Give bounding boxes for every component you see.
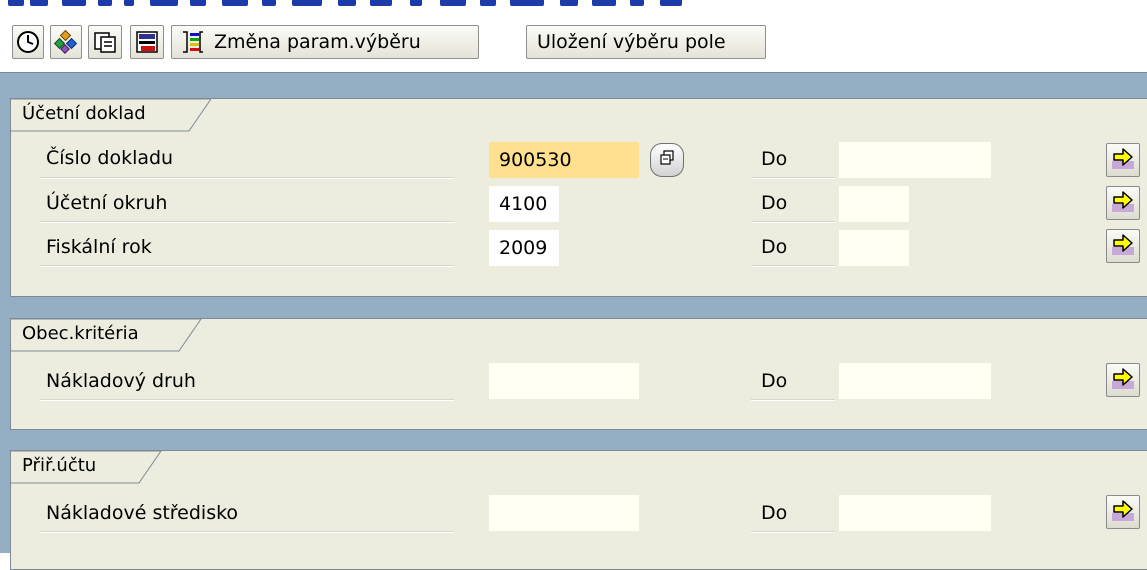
company-code-to-input[interactable]	[839, 186, 909, 222]
save-field-selection-button[interactable]: Uložení výběru pole	[526, 25, 766, 59]
get-variant-icon	[93, 30, 117, 54]
cost-center-from-input[interactable]	[489, 495, 639, 531]
label-cost-element: Nákladový druh	[46, 370, 196, 392]
to-label: Do	[761, 236, 788, 258]
value-help-button[interactable]	[650, 143, 684, 177]
get-variant-button[interactable]	[88, 25, 122, 59]
group-account-assignment: Přiř.účtu Nákladové středisko Do	[10, 450, 1147, 570]
save-variant-button[interactable]	[130, 25, 164, 59]
selection-screen: Účetní doklad Číslo dokladu 900530 Do Úč…	[0, 72, 1147, 570]
arrow-right-icon	[1111, 232, 1135, 260]
change-selection-params-button[interactable]: Změna param.výběru	[171, 25, 479, 59]
save-field-selection-label: Uložení výběru pole	[537, 31, 726, 53]
group-title: Obec.kritéria	[22, 323, 139, 344]
group-title: Přiř.účtu	[22, 455, 97, 476]
dynamic-selection-icon	[54, 30, 78, 54]
group-title: Účetní doklad	[22, 103, 146, 124]
multiple-selection-button[interactable]	[1106, 229, 1140, 263]
to-label: Do	[761, 192, 788, 214]
label-document-number: Číslo dokladu	[46, 147, 174, 169]
document-number-from-input[interactable]: 900530	[489, 142, 639, 178]
cost-center-to-input[interactable]	[839, 495, 991, 531]
cost-element-to-input[interactable]	[839, 363, 991, 399]
multiple-selection-icon	[658, 149, 676, 171]
arrow-right-icon	[1111, 498, 1135, 526]
label-fiscal-year: Fiskální rok	[46, 236, 152, 258]
arrow-right-icon	[1111, 146, 1135, 174]
execute-clock-icon	[16, 30, 40, 54]
arrow-right-icon	[1111, 189, 1135, 217]
selection-options-icon	[182, 30, 204, 54]
multiple-selection-button[interactable]	[1106, 186, 1140, 220]
application-toolbar: Změna param.výběru Uložení výběru pole	[0, 12, 1147, 72]
arrow-right-icon	[1111, 366, 1135, 394]
fiscal-year-from-input[interactable]: 2009	[489, 230, 559, 266]
document-number-to-input[interactable]	[839, 142, 991, 178]
change-selection-params-label: Změna param.výběru	[214, 31, 421, 53]
to-label: Do	[761, 502, 788, 524]
multiple-selection-button[interactable]	[1106, 143, 1140, 177]
group-general-criteria: Obec.kritéria Nákladový druh Do	[10, 318, 1147, 430]
dynamic-selection-button[interactable]	[50, 25, 82, 59]
label-company-code: Účetní okruh	[46, 192, 168, 214]
title-strip-cut	[0, 0, 1147, 12]
save-variant-icon	[135, 30, 159, 54]
cost-element-from-input[interactable]	[489, 363, 639, 399]
execute-button[interactable]	[12, 25, 44, 59]
to-label: Do	[761, 148, 788, 170]
multiple-selection-button[interactable]	[1106, 363, 1140, 397]
to-label: Do	[761, 370, 788, 392]
label-cost-center: Nákladové středisko	[46, 502, 239, 524]
company-code-from-input[interactable]: 4100	[489, 186, 559, 222]
multiple-selection-button[interactable]	[1106, 495, 1140, 529]
group-accounting-document: Účetní doklad Číslo dokladu 900530 Do Úč…	[10, 98, 1147, 297]
fiscal-year-to-input[interactable]	[839, 230, 909, 266]
